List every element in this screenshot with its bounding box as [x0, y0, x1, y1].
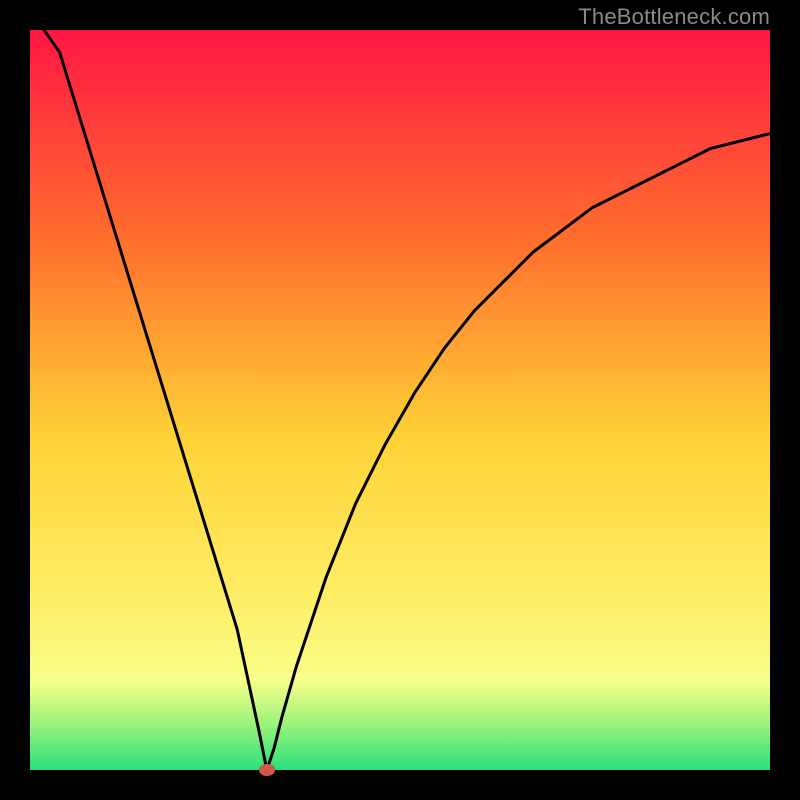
watermark-text: TheBottleneck.com	[578, 4, 770, 30]
bottleneck-curve	[30, 30, 770, 770]
bottleneck-marker	[259, 764, 275, 776]
chart-frame: TheBottleneck.com	[0, 0, 800, 800]
plot-area	[30, 30, 770, 770]
